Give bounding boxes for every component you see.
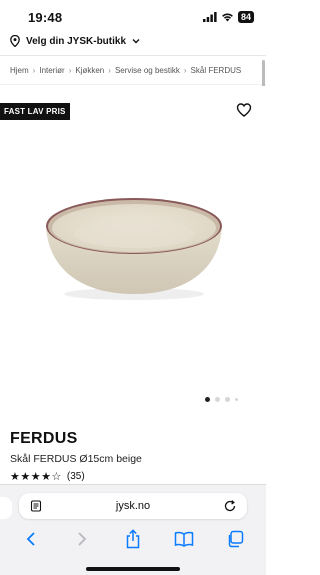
breadcrumb-separator: › xyxy=(32,65,36,75)
star-empty-icon: ☆ xyxy=(51,471,62,483)
status-time: 19:48 xyxy=(28,9,63,25)
chevron-down-icon xyxy=(132,39,140,44)
status-bar: 19:48 84 xyxy=(0,0,266,34)
product-subtitle: Skål FERDUS Ø15cm beige xyxy=(10,453,142,465)
carousel-dot[interactable] xyxy=(235,398,238,401)
wifi-icon xyxy=(222,13,233,22)
breadcrumb-item-home[interactable]: Hjem xyxy=(10,66,29,75)
star-filled-icon: ★ xyxy=(10,471,21,483)
store-selector-label: Velg din JYSK-butikk xyxy=(26,35,127,47)
star-filled-icon: ★ xyxy=(30,471,42,483)
breadcrumb-item-tableware[interactable]: Servise og bestikk xyxy=(115,66,180,75)
location-pin-icon xyxy=(10,35,20,47)
product-title: FERDUS xyxy=(10,430,78,447)
back-icon xyxy=(27,532,36,546)
carousel-dot-active[interactable] xyxy=(205,397,210,402)
product-rating[interactable]: ★★★★☆ (35) xyxy=(10,470,85,483)
address-bar[interactable]: jysk.no xyxy=(19,493,247,519)
rating-stars: ★★★★☆ xyxy=(10,470,62,483)
forward-icon xyxy=(78,532,87,546)
previous-tab-edge[interactable] xyxy=(0,497,12,519)
reader-icon[interactable] xyxy=(30,500,42,512)
carousel-indicator[interactable] xyxy=(205,397,238,402)
share-icon xyxy=(126,529,140,549)
star-filled-icon: ★ xyxy=(20,471,31,483)
product-image xyxy=(46,198,222,300)
home-indicator xyxy=(86,567,180,571)
tabs-icon xyxy=(228,530,243,548)
breadcrumb-separator: › xyxy=(68,65,72,75)
heart-icon[interactable] xyxy=(236,102,252,118)
share-button[interactable] xyxy=(121,527,145,551)
price-badge: FAST LAV PRIS xyxy=(0,103,70,120)
bookmarks-button[interactable] xyxy=(172,527,196,551)
header-divider xyxy=(0,55,266,56)
breadcrumb-item-interior[interactable]: Interiør xyxy=(39,66,64,75)
breadcrumb-item-current: Skål FERDUS xyxy=(190,65,242,75)
store-selector[interactable]: Velg din JYSK-butikk xyxy=(0,30,266,52)
browser-nav-toolbar xyxy=(0,527,266,551)
tabs-button[interactable] xyxy=(223,527,247,551)
signal-icon xyxy=(202,12,217,22)
review-count[interactable]: (35) xyxy=(67,471,85,482)
back-button[interactable] xyxy=(19,527,43,551)
status-icons: 84 xyxy=(202,11,254,23)
star-filled-icon: ★ xyxy=(41,471,52,483)
reload-icon[interactable] xyxy=(223,499,237,513)
url-text: jysk.no xyxy=(115,500,151,512)
battery-indicator: 84 xyxy=(237,11,254,23)
breadcrumb-separator: › xyxy=(108,65,111,75)
product-image-carousel[interactable]: FAST LAV PRIS xyxy=(0,86,266,414)
bookmarks-icon xyxy=(174,531,194,547)
breadcrumb-divider xyxy=(0,84,266,85)
browser-toolbar: jysk.no xyxy=(0,484,266,575)
breadcrumb: Hjem › Interiør › Kjøkken › Servise og b… xyxy=(10,62,266,78)
breadcrumb-item-kitchen[interactable]: Kjøkken xyxy=(75,66,104,75)
forward-button[interactable] xyxy=(70,527,94,551)
carousel-dot[interactable] xyxy=(225,397,230,402)
breadcrumb-separator: › xyxy=(183,65,187,75)
carousel-dot[interactable] xyxy=(215,397,220,402)
